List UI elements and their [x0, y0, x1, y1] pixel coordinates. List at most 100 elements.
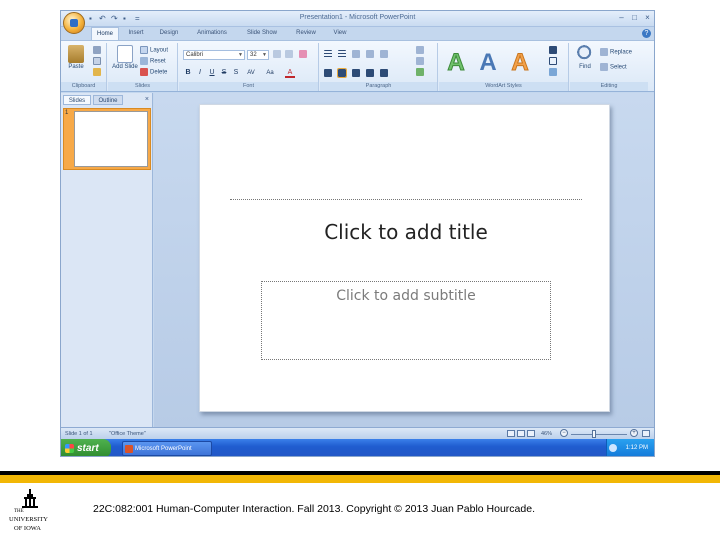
- copy-button[interactable]: [93, 57, 103, 66]
- zoom-in-icon[interactable]: +: [630, 429, 638, 437]
- text-fill-button[interactable]: [549, 46, 559, 55]
- columns-button[interactable]: [380, 69, 390, 78]
- text-outline-icon: [549, 57, 557, 65]
- normal-view-icon[interactable]: [507, 430, 515, 437]
- line-spacing-button[interactable]: [380, 50, 390, 59]
- zoom-slider[interactable]: [571, 434, 627, 435]
- reset-button[interactable]: Reset: [140, 57, 166, 66]
- indent-icon: [366, 50, 374, 58]
- clear-formatting-button[interactable]: [299, 50, 309, 59]
- align-center-icon: [337, 68, 347, 78]
- find-label: Find: [579, 64, 591, 70]
- wordart-group-label: WordArt Styles: [439, 82, 568, 91]
- grow-font-icon: [273, 50, 281, 58]
- tab-outline[interactable]: Outline: [93, 95, 123, 105]
- close-button[interactable]: ×: [643, 13, 652, 23]
- tab-slide-show[interactable]: Slide Show: [241, 27, 283, 40]
- increase-indent-button[interactable]: [366, 50, 376, 59]
- windows-taskbar: start Microsoft PowerPoint 1:12 PM: [61, 439, 654, 456]
- redo-icon[interactable]: ↷: [111, 14, 118, 23]
- change-case-button[interactable]: Aa: [263, 68, 277, 78]
- justify-icon: [366, 69, 374, 77]
- delete-button[interactable]: Delete: [140, 68, 167, 77]
- zoom-out-icon[interactable]: −: [560, 429, 568, 437]
- paragraph-group: Paragraph: [320, 43, 438, 91]
- align-text-button[interactable]: [416, 57, 426, 66]
- office-button[interactable]: [63, 12, 85, 34]
- minimize-button[interactable]: –: [617, 13, 626, 23]
- fit-to-window-icon[interactable]: [642, 430, 650, 437]
- align-left-button[interactable]: [324, 69, 334, 78]
- underline-button[interactable]: U: [207, 68, 217, 78]
- smartart-icon: [416, 68, 424, 76]
- wordart-style-green[interactable]: A: [443, 49, 469, 77]
- tab-animations[interactable]: Animations: [191, 27, 233, 40]
- bold-button[interactable]: B: [183, 68, 193, 78]
- shadow-button[interactable]: S: [231, 68, 241, 78]
- justify-button[interactable]: [366, 69, 376, 78]
- strikethrough-button[interactable]: S: [219, 68, 229, 78]
- zoom-slider-thumb[interactable]: [592, 430, 596, 438]
- font-color-button[interactable]: A: [285, 68, 295, 78]
- text-effects-button[interactable]: [549, 68, 559, 77]
- slide-thumbnail[interactable]: [74, 111, 148, 167]
- wordart-style-orange[interactable]: A: [507, 49, 533, 77]
- smartart-button[interactable]: [416, 68, 426, 77]
- font-name-combo[interactable]: Calibri ▼: [183, 50, 245, 60]
- italic-button[interactable]: I: [195, 68, 205, 78]
- tab-home[interactable]: Home: [91, 27, 119, 40]
- tab-slides[interactable]: Slides: [63, 95, 91, 105]
- copy-icon: [93, 57, 101, 65]
- help-icon[interactable]: ?: [642, 29, 651, 38]
- taskbar-item-powerpoint[interactable]: Microsoft PowerPoint: [122, 441, 212, 456]
- select-icon: [600, 63, 608, 71]
- speaker-icon[interactable]: [609, 444, 617, 452]
- tab-view[interactable]: View: [327, 27, 353, 40]
- title-bar: Presentation1 - Microsoft PowerPoint ▪ ↶…: [61, 11, 654, 27]
- slide-sorter-icon[interactable]: [517, 430, 525, 437]
- replace-icon: [600, 48, 608, 56]
- wordart-style-blue[interactable]: A: [475, 49, 501, 77]
- delete-label: Delete: [150, 69, 168, 76]
- customize-quick-access-icon[interactable]: =: [135, 14, 140, 23]
- decrease-indent-button[interactable]: [352, 50, 362, 59]
- font-size-value: 32: [250, 52, 257, 58]
- cut-button[interactable]: [93, 46, 103, 55]
- format-painter-button[interactable]: [93, 68, 103, 77]
- subtitle-placeholder[interactable]: Click to add subtitle: [261, 281, 551, 360]
- slide-show-icon[interactable]: [527, 430, 535, 437]
- title-placeholder[interactable]: Click to add title: [230, 199, 582, 267]
- tab-review[interactable]: Review: [291, 27, 321, 40]
- paste-button[interactable]: Paste: [64, 45, 88, 70]
- chevron-down-icon: ▼: [262, 52, 267, 58]
- print-icon[interactable]: ▪: [123, 14, 126, 23]
- add-slide-button[interactable]: Add Slide: [112, 45, 138, 70]
- text-direction-button[interactable]: [416, 46, 426, 55]
- select-button[interactable]: Select: [600, 63, 627, 72]
- align-right-button[interactable]: [352, 69, 362, 78]
- find-button[interactable]: Find: [574, 45, 596, 70]
- save-icon[interactable]: ▪: [89, 14, 92, 23]
- font-size-combo[interactable]: 32 ▼: [247, 50, 269, 60]
- close-icon[interactable]: ×: [145, 95, 149, 105]
- bullets-button[interactable]: [324, 50, 334, 59]
- layout-button[interactable]: Layout: [140, 46, 168, 55]
- replace-button[interactable]: Replace: [600, 48, 632, 57]
- slide[interactable]: Click to add title Click to add subtitle: [199, 104, 610, 412]
- align-right-icon: [352, 69, 360, 77]
- logo-word-the: THE: [14, 509, 24, 514]
- slide-canvas: Click to add title Click to add subtitle: [154, 93, 654, 427]
- grow-font-button[interactable]: [273, 50, 283, 59]
- numbering-button[interactable]: [338, 50, 348, 59]
- tab-design[interactable]: Design: [155, 27, 183, 40]
- maximize-button[interactable]: □: [630, 13, 639, 23]
- character-spacing-button[interactable]: AV: [243, 68, 259, 78]
- undo-icon[interactable]: ↶: [99, 14, 106, 23]
- subtitle-placeholder-text: Click to add subtitle: [336, 288, 476, 304]
- shrink-font-button[interactable]: [285, 50, 295, 59]
- tab-insert[interactable]: Insert: [123, 27, 149, 40]
- clipboard-group: Paste Clipboard: [61, 43, 107, 91]
- align-center-button[interactable]: [337, 68, 348, 78]
- start-button[interactable]: start: [61, 439, 111, 456]
- text-outline-button[interactable]: [549, 57, 559, 66]
